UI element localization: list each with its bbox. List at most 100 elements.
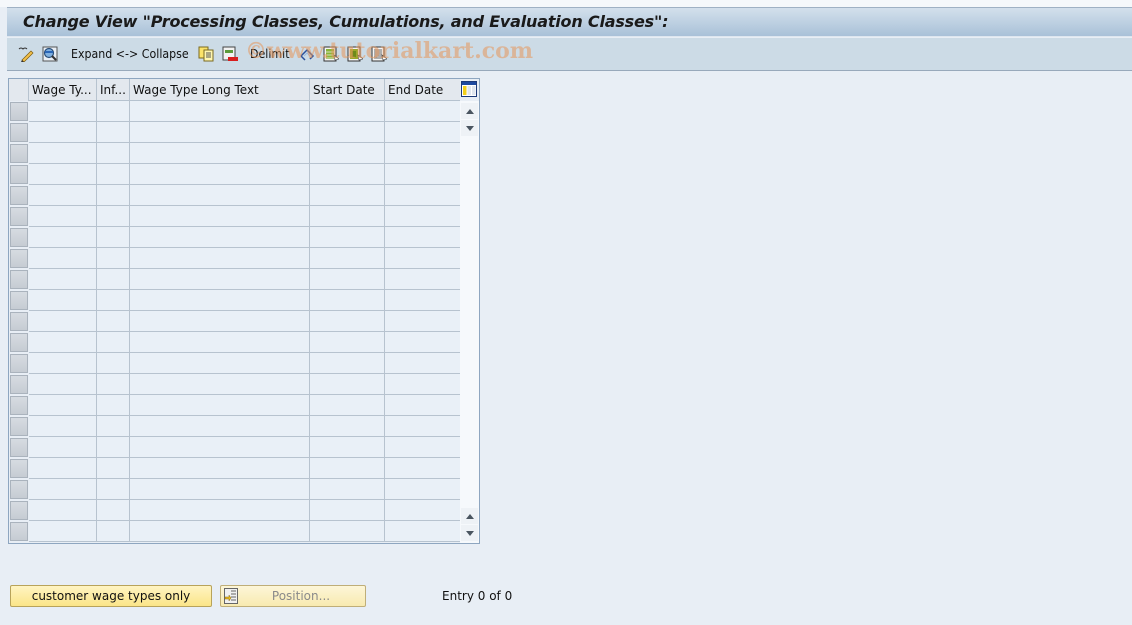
customer-wage-types-only-button[interactable]: customer wage types only — [10, 585, 212, 607]
row-selector[interactable] — [10, 228, 28, 247]
column-header-end-date[interactable]: End Date — [385, 79, 460, 101]
cell-long-text[interactable] — [130, 164, 310, 185]
cell-long-text[interactable] — [130, 458, 310, 479]
cell-wage-type[interactable] — [29, 437, 97, 458]
cell-long-text[interactable] — [130, 353, 310, 374]
cell-info[interactable] — [97, 227, 130, 248]
cell-start-date[interactable] — [310, 248, 385, 269]
row-selector[interactable] — [10, 165, 28, 184]
column-header-wage-type[interactable]: Wage Ty... — [29, 79, 97, 101]
delete-button[interactable] — [222, 45, 238, 63]
cell-wage-type[interactable] — [29, 101, 97, 122]
cell-info[interactable] — [97, 521, 130, 542]
cell-start-date[interactable] — [310, 458, 385, 479]
cell-long-text[interactable] — [130, 290, 310, 311]
cell-end-date[interactable] — [385, 437, 460, 458]
row-selector[interactable] — [10, 312, 28, 331]
cell-end-date[interactable] — [385, 416, 460, 437]
row-selector[interactable] — [10, 396, 28, 415]
cell-end-date[interactable] — [385, 206, 460, 227]
cell-wage-type[interactable] — [29, 248, 97, 269]
cell-wage-type[interactable] — [29, 353, 97, 374]
cell-wage-type[interactable] — [29, 521, 97, 542]
row-selector[interactable] — [10, 522, 28, 541]
row-selector[interactable] — [10, 375, 28, 394]
cell-start-date[interactable] — [310, 206, 385, 227]
cell-long-text[interactable] — [130, 416, 310, 437]
cell-wage-type[interactable] — [29, 332, 97, 353]
select-all-rows-cell[interactable] — [9, 79, 29, 101]
row-selector[interactable] — [10, 207, 28, 226]
scroll-down-button[interactable] — [461, 120, 478, 136]
cell-wage-type[interactable] — [29, 374, 97, 395]
cell-start-date[interactable] — [310, 143, 385, 164]
cell-info[interactable] — [97, 122, 130, 143]
cell-info[interactable] — [97, 353, 130, 374]
cell-info[interactable] — [97, 269, 130, 290]
column-header-info[interactable]: Inf... — [97, 79, 130, 101]
cell-start-date[interactable] — [310, 500, 385, 521]
cell-wage-type[interactable] — [29, 500, 97, 521]
row-selector[interactable] — [10, 186, 28, 205]
cell-long-text[interactable] — [130, 479, 310, 500]
row-selector[interactable] — [10, 144, 28, 163]
cell-wage-type[interactable] — [29, 185, 97, 206]
cell-long-text[interactable] — [130, 332, 310, 353]
cell-end-date[interactable] — [385, 479, 460, 500]
cell-long-text[interactable] — [130, 143, 310, 164]
cell-start-date[interactable] — [310, 479, 385, 500]
cell-start-date[interactable] — [310, 521, 385, 542]
cell-long-text[interactable] — [130, 122, 310, 143]
cell-end-date[interactable] — [385, 458, 460, 479]
cell-wage-type[interactable] — [29, 206, 97, 227]
cell-info[interactable] — [97, 458, 130, 479]
row-selector[interactable] — [10, 333, 28, 352]
cell-long-text[interactable] — [130, 311, 310, 332]
row-selector[interactable] — [10, 354, 28, 373]
cell-long-text[interactable] — [130, 248, 310, 269]
scroll-page-up-button[interactable] — [461, 508, 478, 524]
cell-long-text[interactable] — [130, 227, 310, 248]
cell-info[interactable] — [97, 248, 130, 269]
cell-end-date[interactable] — [385, 122, 460, 143]
cell-wage-type[interactable] — [29, 269, 97, 290]
cell-end-date[interactable] — [385, 395, 460, 416]
cell-long-text[interactable] — [130, 500, 310, 521]
cell-info[interactable] — [97, 500, 130, 521]
cell-end-date[interactable] — [385, 227, 460, 248]
cell-start-date[interactable] — [310, 227, 385, 248]
cell-info[interactable] — [97, 290, 130, 311]
column-header-start-date[interactable]: Start Date — [310, 79, 385, 101]
cell-long-text[interactable] — [130, 374, 310, 395]
column-header-long-text[interactable]: Wage Type Long Text — [130, 79, 310, 101]
cell-wage-type[interactable] — [29, 311, 97, 332]
scroll-up-button[interactable] — [461, 103, 478, 119]
select-block-button[interactable] — [347, 45, 363, 63]
cell-wage-type[interactable] — [29, 227, 97, 248]
cell-end-date[interactable] — [385, 500, 460, 521]
cell-end-date[interactable] — [385, 248, 460, 269]
display-change-button[interactable] — [18, 45, 34, 63]
cell-wage-type[interactable] — [29, 416, 97, 437]
vertical-scrollbar[interactable] — [460, 101, 479, 543]
cell-end-date[interactable] — [385, 269, 460, 290]
cell-long-text[interactable] — [130, 206, 310, 227]
cell-start-date[interactable] — [310, 122, 385, 143]
row-selector[interactable] — [10, 480, 28, 499]
cell-info[interactable] — [97, 479, 130, 500]
cell-info[interactable] — [97, 311, 130, 332]
cell-end-date[interactable] — [385, 164, 460, 185]
cell-start-date[interactable] — [310, 164, 385, 185]
cell-long-text[interactable] — [130, 101, 310, 122]
cell-end-date[interactable] — [385, 353, 460, 374]
row-selector[interactable] — [10, 249, 28, 268]
cell-long-text[interactable] — [130, 395, 310, 416]
cell-wage-type[interactable] — [29, 479, 97, 500]
cell-wage-type[interactable] — [29, 395, 97, 416]
cell-info[interactable] — [97, 164, 130, 185]
cell-long-text[interactable] — [130, 437, 310, 458]
row-selector[interactable] — [10, 291, 28, 310]
cell-info[interactable] — [97, 332, 130, 353]
cell-info[interactable] — [97, 395, 130, 416]
row-selector[interactable] — [10, 270, 28, 289]
